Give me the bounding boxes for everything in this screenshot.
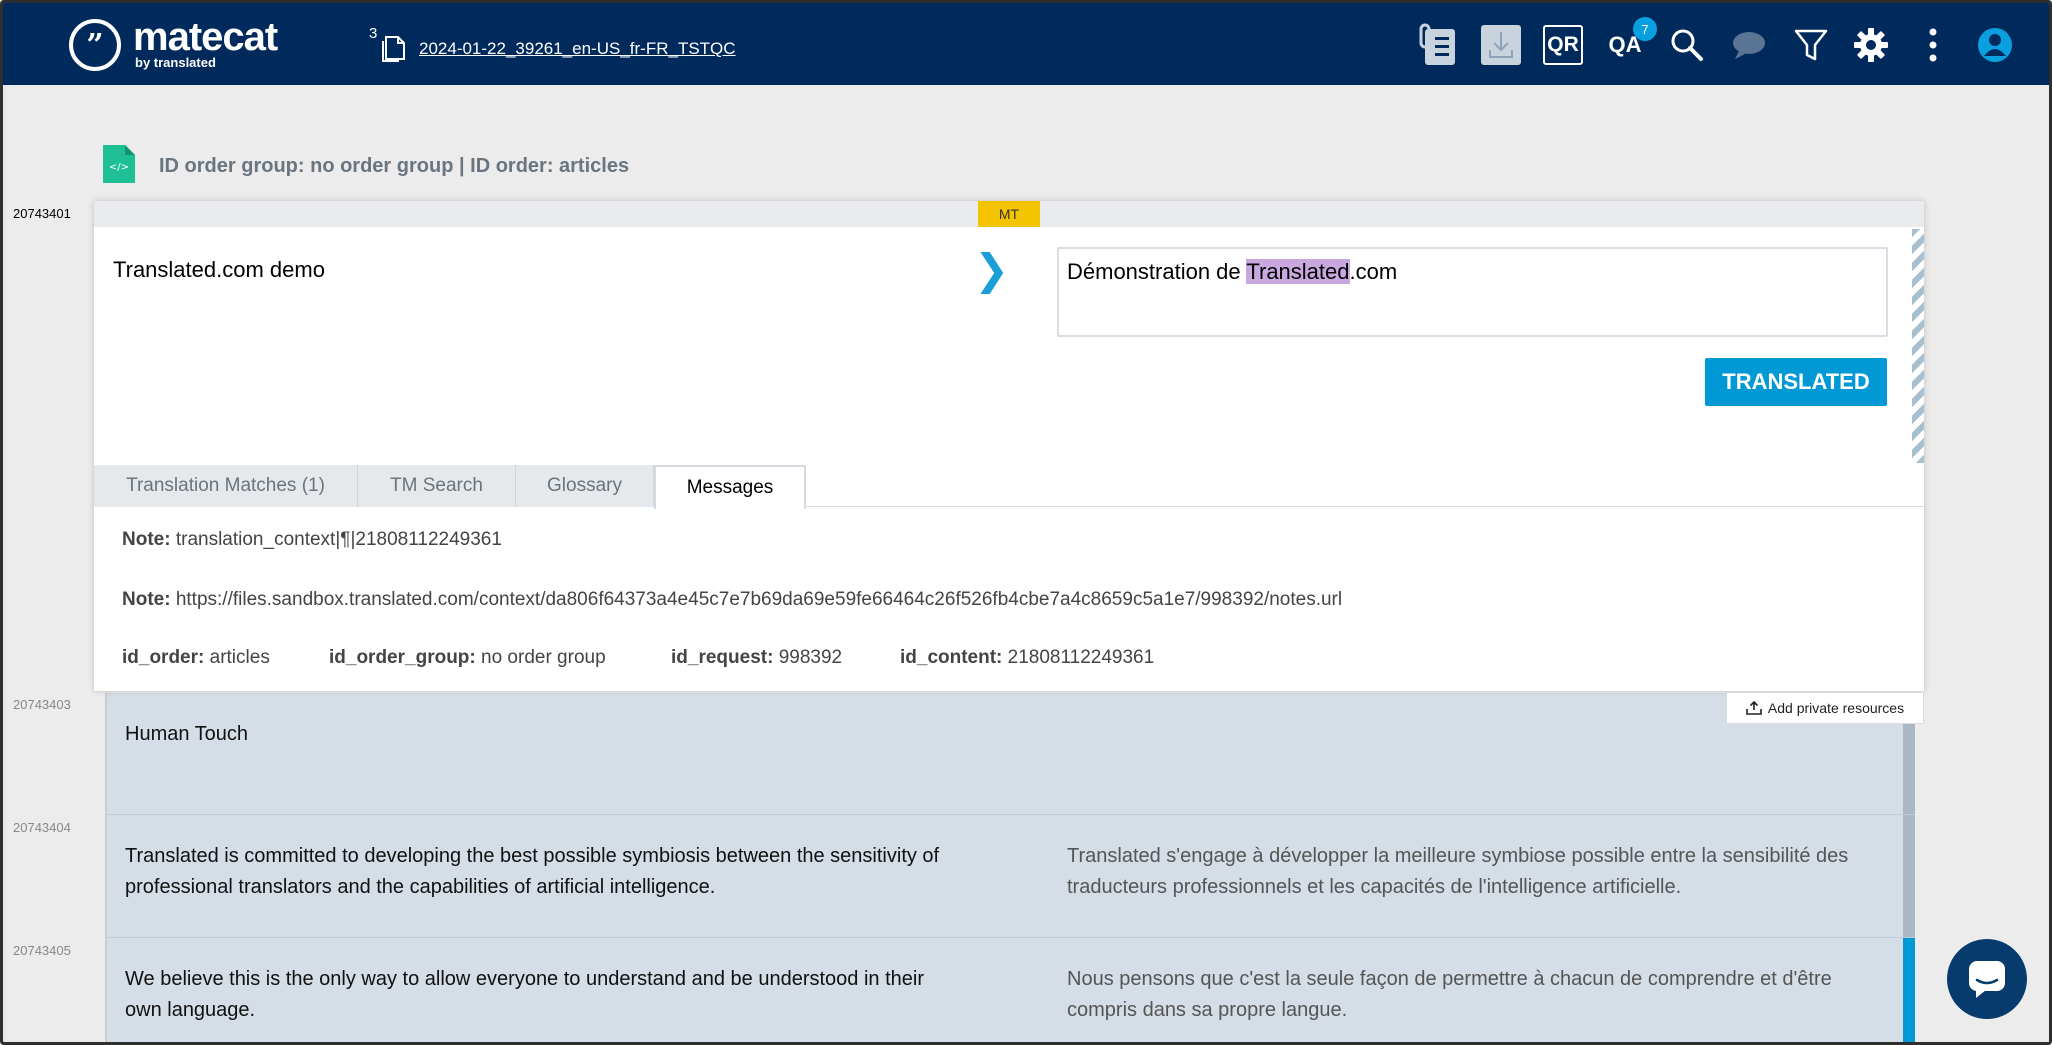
copy-source-arrow-icon[interactable]: ❯ <box>974 249 1009 291</box>
chat-support-button[interactable] <box>1947 939 2027 1019</box>
qr-button[interactable]: QR <box>1541 23 1585 67</box>
segment-source: We believe this is the only way to allow… <box>125 968 925 1021</box>
segment-status-bar <box>1903 938 1915 1042</box>
matecat-logo[interactable]: ” matecat by translated <box>69 15 289 73</box>
files-icon <box>382 36 405 62</box>
target-text-suffix: .com <box>1349 259 1398 284</box>
mt-badge: MT <box>978 201 1040 227</box>
comments-icon[interactable] <box>1727 23 1771 67</box>
filter-icon[interactable] <box>1789 23 1833 67</box>
instructions-icon[interactable] <box>1417 23 1461 67</box>
job-name-link[interactable]: 2024-01-22_39261_en-US_fr-FR_TSTQC <box>419 39 736 59</box>
qr-label: QR <box>1543 25 1583 65</box>
upload-resources-icon <box>1746 701 1762 715</box>
qa-badge: 7 <box>1633 17 1657 41</box>
meta-id-order-group: id_order_group: no order group <box>329 647 606 668</box>
note-line: Note: translation_context|¶|218081122493… <box>122 529 502 551</box>
translated-button[interactable]: TRANSLATED <box>1705 358 1887 406</box>
logo-name: matecat <box>133 15 278 59</box>
note-url[interactable]: https://files.sandbox.translated.com/con… <box>171 589 1342 610</box>
glossary-highlight[interactable]: Translated <box>1246 259 1350 284</box>
add-private-resources-button[interactable]: Add private resources <box>1726 692 1924 724</box>
search-icon[interactable] <box>1665 23 1709 67</box>
note-value: translation_context|¶|21808112249361 <box>170 529 502 550</box>
user-icon[interactable] <box>1973 23 2017 67</box>
file-order-info: ID order group: no order group | ID orde… <box>159 155 630 177</box>
segment-id: 20743404 <box>13 820 71 835</box>
add-resources-label: Add private resources <box>1767 700 1905 716</box>
tab-messages[interactable]: Messages <box>654 465 806 509</box>
segment-status-stripe <box>1912 229 1924 463</box>
app-window: ” matecat by translated 3 2024-01-22_392… <box>0 0 2052 1045</box>
top-bar: ” matecat by translated 3 2024-01-22_392… <box>3 3 2049 85</box>
settings-icon[interactable] <box>1849 23 1893 67</box>
segment-source: Translated.com demo <box>113 257 325 282</box>
logo-subtitle: by translated <box>135 55 216 70</box>
job-file-count: 3 <box>369 25 378 42</box>
target-text-prefix: Démonstration de <box>1067 259 1247 284</box>
segment-status-bar <box>1903 815 1915 937</box>
note-label: Note: <box>122 529 171 550</box>
segment-row[interactable]: Translated is committed to developing th… <box>105 815 1915 938</box>
segment-id: 20743401 <box>13 206 71 221</box>
logo-quote-icon: ” <box>69 19 121 71</box>
segment-target[interactable]: Translated s'engage à développer la meil… <box>1067 841 1887 903</box>
segment-id: 20743403 <box>13 697 71 712</box>
tab-glossary[interactable]: Glossary <box>516 465 654 507</box>
more-icon[interactable] <box>1911 23 1955 67</box>
segment-target[interactable]: Nous pensons que c'est la seule façon de… <box>1067 964 1887 1026</box>
active-segment[interactable]: MT Translated.com demo ❯ Démonstration d… <box>94 201 1924 691</box>
segment-row[interactable]: Human Touch <box>105 693 1915 815</box>
segment-source: Translated is committed to developing th… <box>125 845 940 898</box>
segment-row[interactable]: We believe this is the only way to allow… <box>105 938 1915 1042</box>
note-label: Note: <box>122 589 171 610</box>
tab-tm-search[interactable]: TM Search <box>358 465 516 507</box>
html-file-icon: </> <box>103 145 135 183</box>
note-line: Note: https://files.sandbox.translated.c… <box>122 589 1342 611</box>
chat-icon <box>1969 961 2005 998</box>
qa-button[interactable]: QA 7 <box>1603 17 1657 67</box>
segment-id: 20743405 <box>13 943 71 958</box>
meta-id-content: id_content: 21808112249361 <box>900 647 1155 668</box>
tab-translation-matches[interactable]: Translation Matches (1) <box>94 465 358 507</box>
segment-tabs: Translation Matches (1) TM Search Glossa… <box>94 465 1924 509</box>
file-icon-glyph: </> <box>109 162 129 173</box>
download-icon[interactable] <box>1479 23 1523 67</box>
segment-source: Human Touch <box>125 723 249 745</box>
meta-id-request: id_request: 998392 <box>671 647 843 668</box>
meta-id-order: id_order: articles <box>122 647 270 668</box>
target-editor[interactable]: Démonstration de Translated.com <box>1057 247 1888 337</box>
